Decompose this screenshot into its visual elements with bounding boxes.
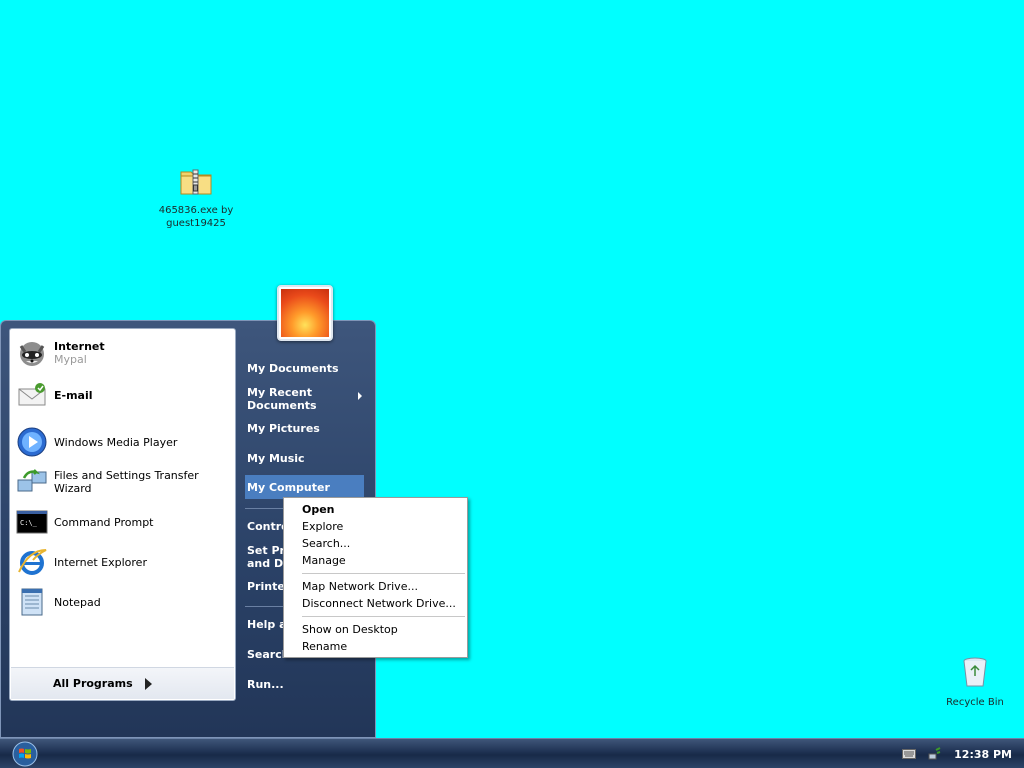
recycle-bin-icon	[930, 656, 1020, 692]
right-item-label-line2: Documents	[247, 399, 317, 412]
keyboard-icon[interactable]	[902, 749, 917, 759]
right-item-my-pictures[interactable]: My Pictures	[245, 420, 364, 437]
right-item-my-music[interactable]: My Music	[245, 450, 364, 467]
context-item-show-on-desktop[interactable]: Show on Desktop	[284, 621, 467, 638]
program-name: Notepad	[54, 595, 101, 609]
user-picture[interactable]	[277, 285, 333, 341]
program-name: Command Prompt	[54, 515, 154, 529]
context-item-open[interactable]: Open	[284, 501, 467, 518]
pinned-item-internet[interactable]: Internet Mypal	[16, 335, 231, 371]
desktop-icon-label: 465836.exe by guest19425	[158, 205, 234, 229]
all-programs-button[interactable]: All Programs	[11, 667, 234, 699]
program-name: Files and Settings Transfer Wizard	[54, 469, 199, 495]
command-prompt-icon: C:\_	[16, 510, 48, 534]
context-separator	[302, 573, 465, 574]
context-item-rename[interactable]: Rename	[284, 638, 467, 655]
context-item-map-network-drive[interactable]: Map Network Drive...	[284, 578, 467, 595]
envelope-icon	[18, 383, 46, 406]
program-item-command-prompt[interactable]: C:\_ Command Prompt	[16, 504, 231, 540]
svg-text:C:\_: C:\_	[20, 519, 38, 527]
transfer-wizard-icon	[17, 469, 47, 492]
program-item-media-player[interactable]: Windows Media Player	[16, 424, 231, 460]
start-button[interactable]	[10, 741, 40, 767]
internet-explorer-icon	[18, 549, 47, 575]
right-item-label: My Pictures	[247, 422, 320, 435]
context-item-disconnect-network-drive[interactable]: Disconnect Network Drive...	[284, 595, 467, 612]
right-item-label: My Computer	[247, 481, 330, 494]
program-name: E-mail	[54, 388, 93, 402]
arrow-right-icon	[144, 677, 152, 690]
taskbar: 12:38 PM	[0, 738, 1024, 768]
network-icon[interactable]	[928, 747, 942, 761]
flower-user-picture	[281, 289, 329, 337]
clock[interactable]: 12:38 PM	[954, 748, 1012, 761]
programs-pane: Internet Mypal E-mail Windows Media Play…	[9, 328, 236, 701]
right-item-run[interactable]: Run...	[245, 676, 364, 693]
right-item-label: My Music	[247, 452, 305, 465]
context-item-search[interactable]: Search...	[284, 535, 467, 552]
program-name: Internet Explorer	[54, 555, 147, 569]
zip-folder-icon	[151, 166, 241, 200]
context-item-manage[interactable]: Manage	[284, 552, 467, 569]
windows-logo-icon	[12, 741, 38, 767]
media-player-icon	[17, 427, 47, 457]
all-programs-label: All Programs	[53, 677, 133, 690]
context-item-explore[interactable]: Explore	[284, 518, 467, 535]
right-item-my-computer[interactable]: My Computer	[245, 475, 364, 499]
program-name: Internet	[54, 340, 105, 353]
right-item-label: My Documents	[247, 362, 339, 375]
program-item-internet-explorer[interactable]: Internet Explorer	[16, 544, 231, 580]
desktop-icon-label: Recycle Bin	[946, 697, 1004, 708]
system-tray: 12:38 PM	[884, 739, 1024, 768]
notepad-icon	[21, 588, 43, 616]
right-item-label: Run...	[247, 678, 284, 691]
program-subtitle: Mypal	[54, 353, 87, 366]
arrow-right-icon	[358, 392, 362, 400]
program-item-notepad[interactable]: Notepad	[16, 584, 231, 620]
right-item-label: Help a	[247, 618, 287, 631]
right-item-label-line1: My Recent	[247, 386, 312, 399]
program-item-transfer-wizard[interactable]: Files and Settings Transfer Wizard	[16, 464, 231, 500]
raccoon-icon	[19, 342, 45, 366]
right-item-my-recent-documents[interactable]: My Recent Documents	[245, 384, 364, 414]
desktop-icon-zip[interactable]: 465836.exe by guest19425	[151, 166, 241, 230]
context-menu: Open Explore Search... Manage Map Networ…	[283, 497, 468, 658]
context-separator	[302, 616, 465, 617]
program-name: Windows Media Player	[54, 435, 178, 449]
desktop-icon-recycle-bin[interactable]: Recycle Bin	[930, 656, 1020, 709]
pinned-item-email[interactable]: E-mail	[16, 377, 231, 413]
right-item-my-documents[interactable]: My Documents	[245, 360, 364, 377]
